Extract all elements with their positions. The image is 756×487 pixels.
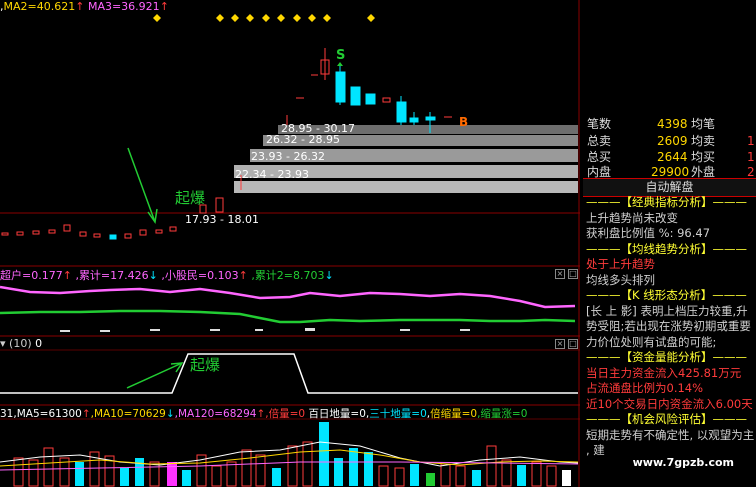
analysis-line: ———【K 线形态分析】——— [586, 288, 747, 302]
leiji-value: 累计=17.426 [78, 269, 149, 282]
chip-label: 23.93 - 26.32 [251, 150, 325, 163]
stat-label: 总卖 [587, 134, 612, 148]
analysis-line: ———【资金量能分析】——— [586, 350, 747, 364]
down-arrow-icon: ↓ [165, 408, 175, 420]
analysis-line: 势受阻;若出现在涨势初期或重要 [586, 319, 751, 333]
analysis-line: 均线多头排列 [586, 272, 655, 287]
analysis-line: ———【经典指标分析】——— [586, 195, 747, 209]
stat-value2: 1 [747, 134, 755, 148]
analysis-line: 力价位处则有试盘的可能; [586, 334, 717, 349]
volume-bars [13, 422, 571, 487]
chip-label: 22.34 - 23.93 [235, 168, 309, 181]
ma3-value: MA3=36.921 [87, 0, 160, 13]
stat-label2: 均卖 [691, 134, 716, 148]
up-arrow-icon: ↑ [159, 0, 169, 13]
up-arrow-icon: ↑ [256, 408, 266, 420]
up-arrow-icon: ↑ [75, 0, 85, 13]
right-panel: 笔数 4398 均笔 总卖 2609 均卖 1 总买 2644 均买 1 内盘 … [583, 0, 756, 487]
xiaogumin-value: 小股民=0.103 [164, 269, 239, 282]
analysis-line: 处于上升趋势 [586, 257, 655, 271]
stat-label: 笔数 [587, 117, 612, 131]
dropdown-icon[interactable]: ▾ [0, 337, 6, 350]
ma10-value: MA10=70629 [94, 408, 166, 420]
leiji2-value: 累计2=8.703 [254, 269, 325, 282]
volume-legend: 31,MA5=61300↑,MA10=70629↓,MA120=68294↑,倍… [0, 408, 528, 420]
analysis-line: [长 上 影] 表明上档压力较重,升 [586, 303, 748, 318]
indicator2-legend: ▾ (10) 0 [0, 337, 42, 350]
quote-blank [583, 0, 756, 112]
volume-first: 31 [0, 408, 14, 420]
ma-legend: ,MA2=40.621↑ MA3=36.921↑ [0, 0, 169, 13]
panel-close-icon[interactable]: × [555, 339, 565, 349]
panel-maximize-icon[interactable]: □ [568, 339, 578, 349]
down-arrow-icon: ↓ [324, 269, 334, 282]
arrow-annotation-icon [127, 147, 158, 224]
sanshi-value: 三十地量=0 [369, 408, 427, 420]
analysis-line: ———【机会风险评估】——— [586, 412, 747, 426]
sell-signal: S [336, 48, 345, 63]
bairidi-value: 百日地量=0 [308, 408, 366, 420]
analysis-line: 占流通盘比例为0.14% [586, 381, 704, 395]
indicator2-param: (10) [9, 337, 32, 350]
analysis-line: 短期走势有不确定性, 以观望为主 [586, 427, 755, 442]
analysis-line: 近10个交易日内资金流入6.00天 [586, 396, 753, 411]
diamond-markers [153, 14, 375, 22]
up-arrow-icon: ↑ [62, 269, 72, 282]
up-arrow-icon: ↑ [81, 408, 91, 420]
up-arrow-icon: ↑ [238, 269, 248, 282]
volume-ma-line [0, 461, 579, 471]
qibao-annotation: 起爆 [190, 356, 220, 374]
analysis-list: ———【经典指标分析】——— 上升趋势尚未改变 获利盘比例值 %: 96.47 … [586, 195, 756, 459]
analysis-line: 上升趋势尚未改变 [586, 210, 678, 225]
stat-value: 2609 [657, 134, 688, 148]
arrow-annotation-icon [126, 362, 184, 389]
stat-row: 总卖 2609 均卖 1 [587, 133, 756, 150]
stat-label2: 均笔 [691, 117, 716, 131]
beiliang-value: 倍量=0 [268, 408, 306, 420]
indicator-line-green [0, 309, 576, 324]
chip-label: 26.32 - 28.95 [266, 133, 340, 146]
watermark: www.7gpzb.com [632, 456, 734, 469]
qibao-annotation: 起爆 [175, 189, 205, 207]
volume-ma-line [0, 449, 579, 467]
ma120-value: MA120=68294 [177, 408, 257, 420]
buy-signal: B [459, 115, 468, 129]
panel-close-icon[interactable]: × [555, 269, 565, 279]
analysis-line: ———【均线趋势分析】——— [586, 241, 747, 256]
analysis-line: 获利盘比例值 %: 96.47 [586, 226, 711, 240]
chaohu-value: 超户=0.177 [0, 269, 63, 282]
panel-maximize-icon[interactable]: □ [568, 269, 578, 279]
stat-value: 4398 [657, 117, 688, 131]
indicator-line-magenta [0, 285, 576, 309]
suoliang-value: 缩量涨=0 [480, 408, 528, 420]
analysis-line: 当日主力资金流入425.81万元 [586, 365, 742, 380]
stat-row: 笔数 4398 均笔 [587, 116, 756, 133]
indicator2-line [0, 353, 578, 394]
indicator-bars [60, 328, 470, 332]
indicator1-legend: 超户=0.177↑ ,累计=17.426↓ ,小股民=0.103↑ ,累计2=8… [0, 269, 334, 282]
chip-label: 17.93 - 18.01 [185, 213, 259, 226]
ma2-value: MA2=40.621 [3, 0, 76, 13]
beisuo-value: 倍缩量=0 [430, 408, 478, 420]
down-arrow-icon: ↓ [148, 269, 158, 282]
ma5-value: MA5=61300 [16, 408, 82, 420]
indicator2-value: 0 [35, 337, 43, 350]
